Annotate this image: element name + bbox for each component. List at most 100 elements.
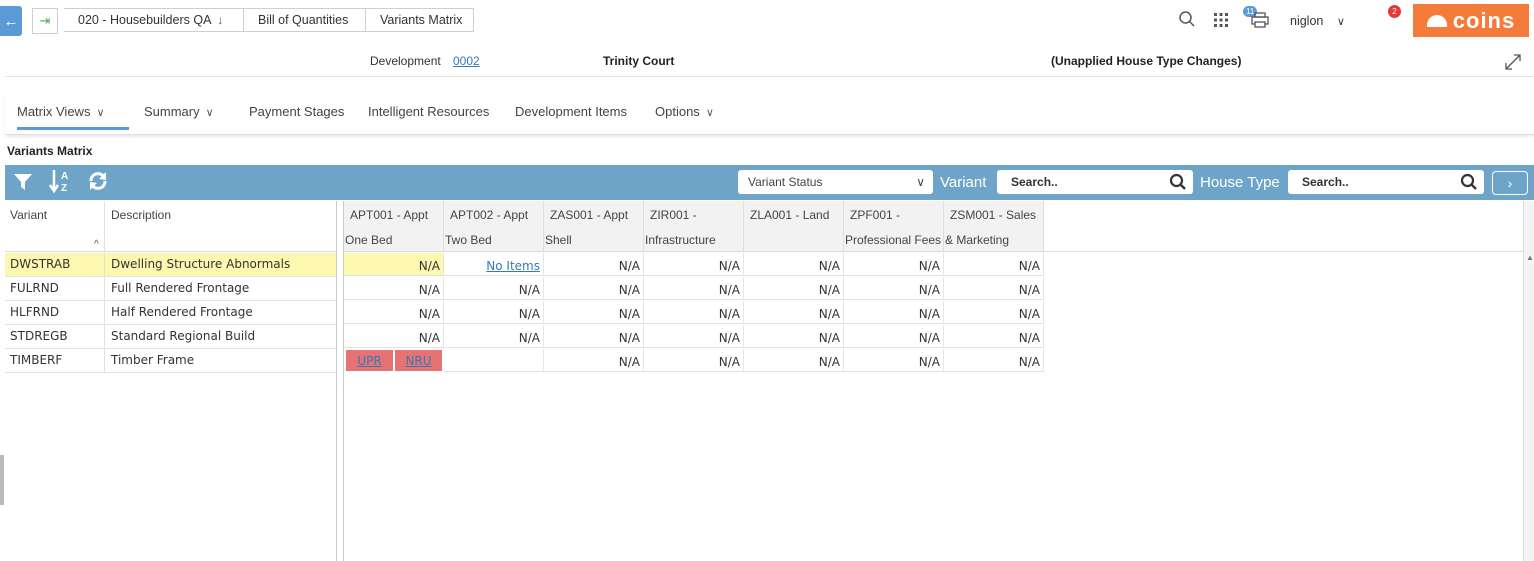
breadcrumb-bill-of-quantities[interactable]: Bill of Quantities bbox=[244, 8, 366, 32]
apps-grid-icon[interactable] bbox=[1213, 12, 1229, 33]
logo-dome-icon bbox=[1426, 14, 1447, 27]
user-menu[interactable]: niglon ∨ bbox=[1290, 14, 1345, 28]
svg-text:Z: Z bbox=[61, 183, 67, 194]
matrix-cell[interactable]: N/A bbox=[844, 325, 944, 348]
menu-options[interactable]: Options ∨ bbox=[655, 104, 714, 119]
menu-payment-stages[interactable]: Payment Stages bbox=[249, 104, 344, 119]
search-icon[interactable] bbox=[1178, 10, 1196, 33]
column-header-apt001[interactable]: APT001 - Appt One Bed bbox=[344, 201, 444, 251]
vertical-scrollbar[interactable]: ▲ bbox=[1523, 201, 1534, 561]
variant-description: Standard Regional Build bbox=[111, 329, 256, 343]
table-row[interactable]: HLFRND Half Rendered Frontage bbox=[5, 301, 336, 325]
matrix-cell[interactable]: N/A bbox=[844, 253, 944, 276]
matrix-cell[interactable]: N/A bbox=[544, 277, 644, 300]
variant-code: TIMBERF bbox=[10, 353, 63, 367]
column-header-zla001[interactable]: ZLA001 - Land bbox=[744, 201, 844, 251]
column-header-apt002[interactable]: APT002 - Appt Two Bed bbox=[444, 201, 544, 251]
table-row[interactable]: STDREGB Standard Regional Build bbox=[5, 325, 336, 349]
variant-code: DWSTRAB bbox=[10, 257, 71, 271]
matrix-cell[interactable]: N/A bbox=[944, 349, 1044, 372]
development-code-link[interactable]: 0002 bbox=[453, 54, 480, 68]
column-header-zpf001[interactable]: ZPF001 - Professional Fees bbox=[844, 201, 944, 251]
column-header-description[interactable]: Description bbox=[111, 208, 171, 222]
menu-development-items[interactable]: Development Items bbox=[515, 104, 627, 119]
matrix-cell[interactable]: N/A bbox=[644, 301, 744, 324]
breadcrumb-variants-matrix[interactable]: Variants Matrix bbox=[366, 8, 474, 32]
matrix-cell[interactable]: N/A bbox=[744, 277, 844, 300]
section-title: Variants Matrix bbox=[7, 144, 93, 158]
matrix-cell[interactable]: N/A bbox=[444, 277, 544, 300]
expand-icon[interactable] bbox=[1503, 52, 1523, 75]
matrix-cell[interactable]: N/A bbox=[344, 253, 444, 276]
matrix-cell[interactable]: No Items bbox=[444, 253, 544, 276]
chevron-right-icon: › bbox=[1507, 175, 1513, 191]
enter-icon[interactable]: ⇥ bbox=[32, 8, 58, 34]
chevron-down-icon: ∨ bbox=[1336, 16, 1345, 28]
matrix-cell[interactable]: N/A bbox=[744, 253, 844, 276]
no-items-link[interactable]: No Items bbox=[486, 259, 540, 273]
table-row[interactable]: DWSTRAB Dwelling Structure Abnormals bbox=[5, 253, 336, 277]
scroll-up-icon[interactable]: ▲ bbox=[1526, 253, 1534, 262]
matrix-cell[interactable]: N/A bbox=[844, 301, 944, 324]
side-panel-handle[interactable] bbox=[0, 455, 4, 505]
matrix-cell[interactable]: N/A bbox=[744, 325, 844, 348]
toolbar: AZ Variant Status ∨ Variant Search.. Hou… bbox=[5, 165, 1534, 200]
status-note: (Unapplied House Type Changes) bbox=[1051, 54, 1242, 68]
back-button[interactable]: ← bbox=[0, 6, 22, 36]
breadcrumb-label: 020 - Housebuilders QA bbox=[78, 13, 212, 27]
matrix-cell[interactable]: N/A bbox=[344, 325, 444, 348]
breadcrumb-development[interactable]: 020 - Housebuilders QA ↓ bbox=[64, 8, 244, 32]
filter-icon[interactable] bbox=[13, 172, 33, 198]
matrix-cell[interactable]: N/A bbox=[644, 325, 744, 348]
variant-search-input[interactable]: Search.. bbox=[997, 170, 1193, 194]
matrix-cell[interactable]: N/A bbox=[544, 301, 644, 324]
column-header-zas001[interactable]: ZAS001 - Appt Shell bbox=[544, 201, 644, 251]
breadcrumb-label: Bill of Quantities bbox=[258, 13, 349, 27]
matrix-cell[interactable]: N/A bbox=[544, 349, 644, 372]
matrix-cell[interactable]: N/A bbox=[744, 301, 844, 324]
matrix-cell[interactable]: N/A bbox=[544, 325, 644, 348]
next-page-button[interactable]: › bbox=[1492, 171, 1528, 195]
printer-icon bbox=[1251, 12, 1269, 28]
menu-summary[interactable]: Summary ∨ bbox=[144, 104, 214, 119]
development-label: Development bbox=[370, 54, 441, 68]
matrix-cell[interactable] bbox=[444, 349, 544, 372]
column-header-variant[interactable]: Variant bbox=[10, 208, 47, 222]
matrix-cell[interactable]: N/A bbox=[944, 325, 1044, 348]
variant-description: Timber Frame bbox=[111, 353, 195, 367]
matrix-cell[interactable]: N/A bbox=[644, 349, 744, 372]
svg-text:A: A bbox=[61, 171, 68, 182]
sort-az-icon[interactable]: AZ bbox=[48, 168, 73, 200]
menu-matrix-views[interactable]: Matrix Views ∨ bbox=[17, 104, 129, 130]
chevron-down-icon: ∨ bbox=[916, 175, 925, 189]
matrix-cell[interactable]: N/A bbox=[944, 301, 1044, 324]
menu-intelligent-resources[interactable]: Intelligent Resources bbox=[368, 104, 489, 119]
matrix-cell[interactable]: N/A bbox=[944, 253, 1044, 276]
matrix-cell[interactable]: N/A bbox=[644, 253, 744, 276]
matrix-cell[interactable]: N/A bbox=[344, 277, 444, 300]
refresh-icon[interactable] bbox=[87, 170, 109, 198]
upr-tag[interactable]: UPR bbox=[346, 350, 393, 371]
chevron-down-icon: ∨ bbox=[96, 107, 105, 119]
matrix-cell[interactable]: N/A bbox=[844, 349, 944, 372]
arrow-down-icon[interactable]: ↓ bbox=[217, 13, 223, 27]
sort-ascending-icon: ^ bbox=[94, 239, 99, 250]
matrix-cell[interactable]: N/A bbox=[944, 277, 1044, 300]
matrix-cell[interactable]: N/A bbox=[644, 277, 744, 300]
matrix-cell[interactable]: N/A bbox=[444, 325, 544, 348]
development-name: Trinity Court bbox=[603, 54, 675, 68]
alerts-badge[interactable]: 2 bbox=[1388, 5, 1401, 18]
matrix-cell[interactable]: N/A bbox=[844, 277, 944, 300]
house-type-search-input[interactable]: Search.. bbox=[1288, 170, 1484, 194]
matrix-cell[interactable]: N/A bbox=[744, 349, 844, 372]
matrix-cell[interactable]: N/A bbox=[444, 301, 544, 324]
matrix-cell[interactable]: N/A bbox=[544, 253, 644, 276]
nru-tag[interactable]: NRU bbox=[395, 350, 442, 371]
table-row[interactable]: TIMBERF Timber Frame bbox=[5, 349, 336, 373]
table-row[interactable]: FULRND Full Rendered Frontage bbox=[5, 277, 336, 301]
column-header-zsm001[interactable]: ZSM001 - Sales & Marketing bbox=[944, 201, 1044, 251]
column-header-zir001[interactable]: ZIR001 - Infrastructure bbox=[644, 201, 744, 251]
variant-status-select[interactable]: Variant Status ∨ bbox=[738, 170, 933, 194]
variant-description: Full Rendered Frontage bbox=[111, 281, 250, 295]
matrix-cell[interactable]: N/A bbox=[344, 301, 444, 324]
